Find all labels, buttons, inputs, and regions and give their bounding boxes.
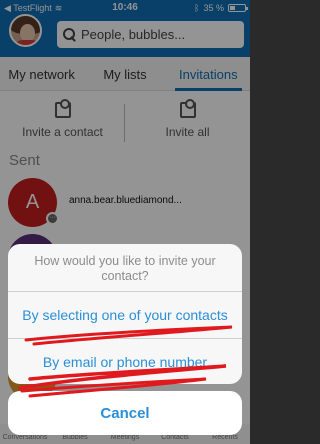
select-contact-option[interactable]: By selecting one of your contacts [8, 292, 242, 338]
cancel-button[interactable]: Cancel [8, 391, 242, 435]
action-sheet-title: How would you like to invite your contac… [8, 244, 242, 292]
email-phone-option[interactable]: By email or phone number [8, 339, 242, 384]
invite-action-sheet: How would you like to invite your contac… [8, 244, 242, 384]
